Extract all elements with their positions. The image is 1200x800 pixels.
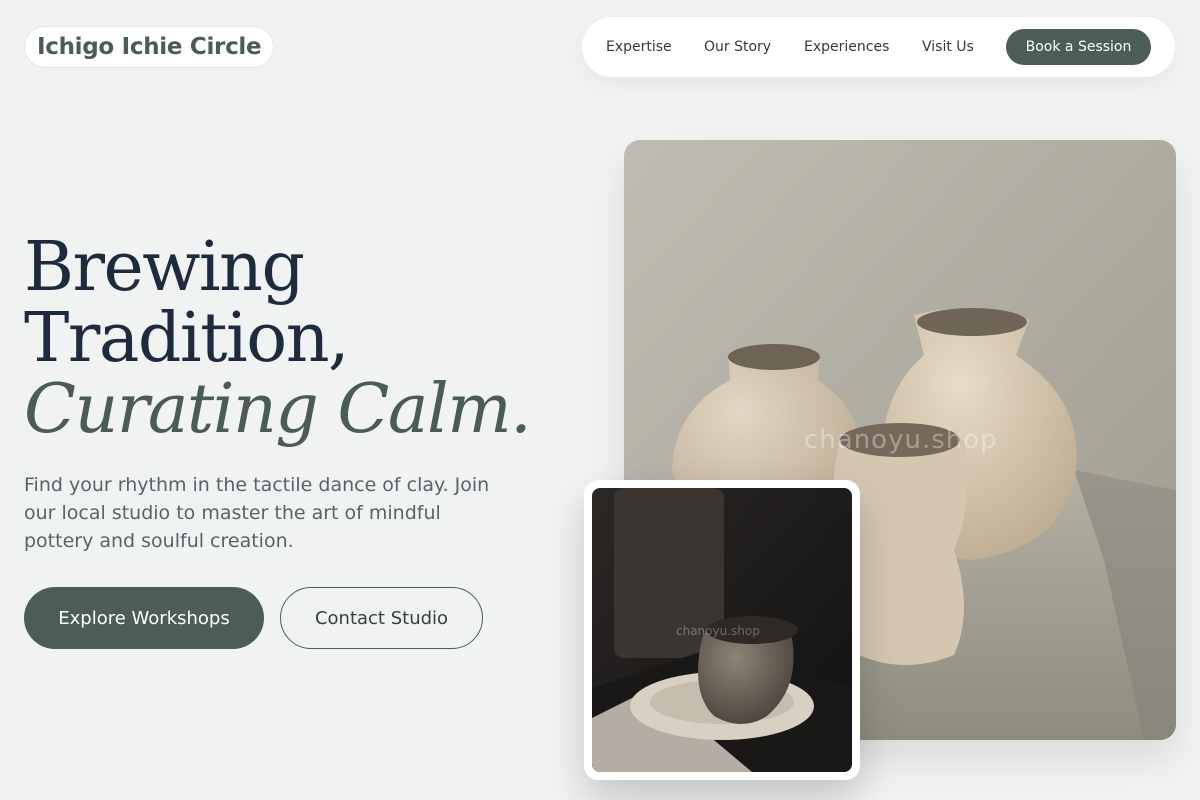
headline-line-1: Brewing bbox=[24, 228, 305, 307]
top-navigation: Expertise Our Story Experiences Visit Us… bbox=[582, 17, 1175, 77]
headline-line-2: Tradition, bbox=[24, 299, 350, 378]
contact-studio-button[interactable]: Contact Studio bbox=[280, 587, 483, 649]
headline-line-3: Curating Calm. bbox=[24, 370, 532, 449]
nav-link-expertise[interactable]: Expertise bbox=[606, 17, 672, 77]
hero-headline: Brewing Tradition, Curating Calm. bbox=[24, 228, 532, 449]
nav-link-experiences[interactable]: Experiences bbox=[804, 17, 889, 77]
book-session-button[interactable]: Book a Session bbox=[1006, 29, 1151, 65]
small-photo-watermark: chanoyu.shop bbox=[676, 624, 760, 638]
brand-logo[interactable]: Ichigo Ichie Circle bbox=[24, 26, 275, 68]
tea-cup-photo-card: chanoyu.shop bbox=[584, 480, 860, 780]
main-photo-watermark: chanoyu.shop bbox=[804, 425, 998, 455]
tea-cup-photo: chanoyu.shop bbox=[592, 488, 852, 772]
explore-workshops-button[interactable]: Explore Workshops bbox=[24, 587, 264, 649]
nav-link-our-story[interactable]: Our Story bbox=[704, 17, 771, 77]
nav-link-visit-us[interactable]: Visit Us bbox=[922, 17, 974, 77]
hero-description: Find your rhythm in the tactile dance of… bbox=[24, 474, 490, 552]
